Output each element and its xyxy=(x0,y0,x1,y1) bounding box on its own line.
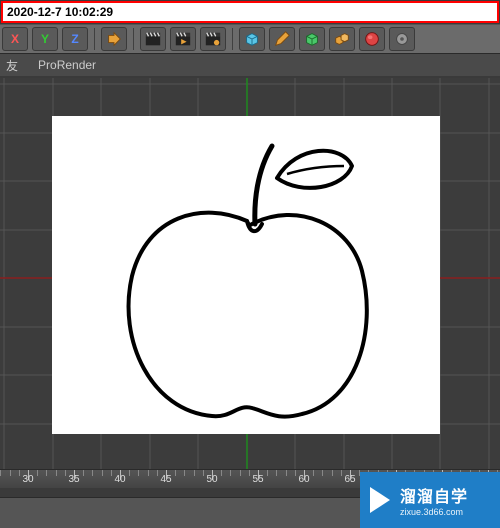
pencil-button[interactable] xyxy=(269,27,295,51)
cube-stack-button[interactable] xyxy=(329,27,355,51)
viewport[interactable] xyxy=(0,78,500,470)
render-button-3[interactable] xyxy=(200,27,226,51)
toolbar-separator xyxy=(94,28,95,50)
axis-x-button[interactable]: X xyxy=(2,27,28,51)
timeline-tick: 35 xyxy=(68,474,79,485)
timestamp-text: 2020-12-7 10:02:29 xyxy=(7,5,113,19)
render-button-1[interactable] xyxy=(140,27,166,51)
timeline-tick: 65 xyxy=(344,474,355,485)
watermark-text: 溜溜自学 zixue.3d66.com xyxy=(400,483,468,517)
timeline-tick: 45 xyxy=(160,474,171,485)
cube-green-button[interactable] xyxy=(299,27,325,51)
cube-primitive-icon xyxy=(243,30,261,48)
timeline-tick: 60 xyxy=(298,474,309,485)
timestamp-overlay: 2020-12-7 10:02:29 xyxy=(1,1,499,23)
move-icon xyxy=(105,30,123,48)
axis-y-button[interactable]: Y xyxy=(32,27,58,51)
move-button[interactable] xyxy=(101,27,127,51)
cube-button[interactable] xyxy=(239,27,265,51)
timeline-tick: 55 xyxy=(252,474,263,485)
timeline-tick: 40 xyxy=(114,474,125,485)
clapboard-arrow-icon xyxy=(174,30,192,48)
timeline-tick: 50 xyxy=(206,474,217,485)
apple-drawing xyxy=(52,116,440,434)
gear-button[interactable] xyxy=(389,27,415,51)
tab-bar: 友 ProRender xyxy=(0,54,500,76)
timeline-tick: 30 xyxy=(22,474,33,485)
gear-icon xyxy=(393,30,411,48)
cube-green-icon xyxy=(303,30,321,48)
watermark-title: 溜溜自学 xyxy=(400,483,468,507)
clapboard-icon xyxy=(144,30,162,48)
axis-z-icon: Z xyxy=(71,32,78,46)
tab-prorender[interactable]: ProRender xyxy=(34,55,100,75)
main-toolbar: X Y Z xyxy=(0,24,500,54)
toolbar-separator xyxy=(232,28,233,50)
sphere-button[interactable] xyxy=(359,27,385,51)
clapboard-dot-icon xyxy=(204,30,222,48)
play-icon xyxy=(370,487,390,513)
toolbar-separator xyxy=(133,28,134,50)
pencil-icon xyxy=(273,30,291,48)
watermark: 溜溜自学 zixue.3d66.com xyxy=(360,472,500,528)
render-button-2[interactable] xyxy=(170,27,196,51)
reference-image-plane xyxy=(52,116,440,434)
axis-z-button[interactable]: Z xyxy=(62,27,88,51)
cube-stack-icon xyxy=(333,30,351,48)
tab-left[interactable]: 友 xyxy=(2,54,22,77)
watermark-url: zixue.3d66.com xyxy=(400,507,468,517)
axis-x-icon: X xyxy=(11,32,19,46)
axis-y-icon: Y xyxy=(41,32,49,46)
sphere-icon xyxy=(363,30,381,48)
